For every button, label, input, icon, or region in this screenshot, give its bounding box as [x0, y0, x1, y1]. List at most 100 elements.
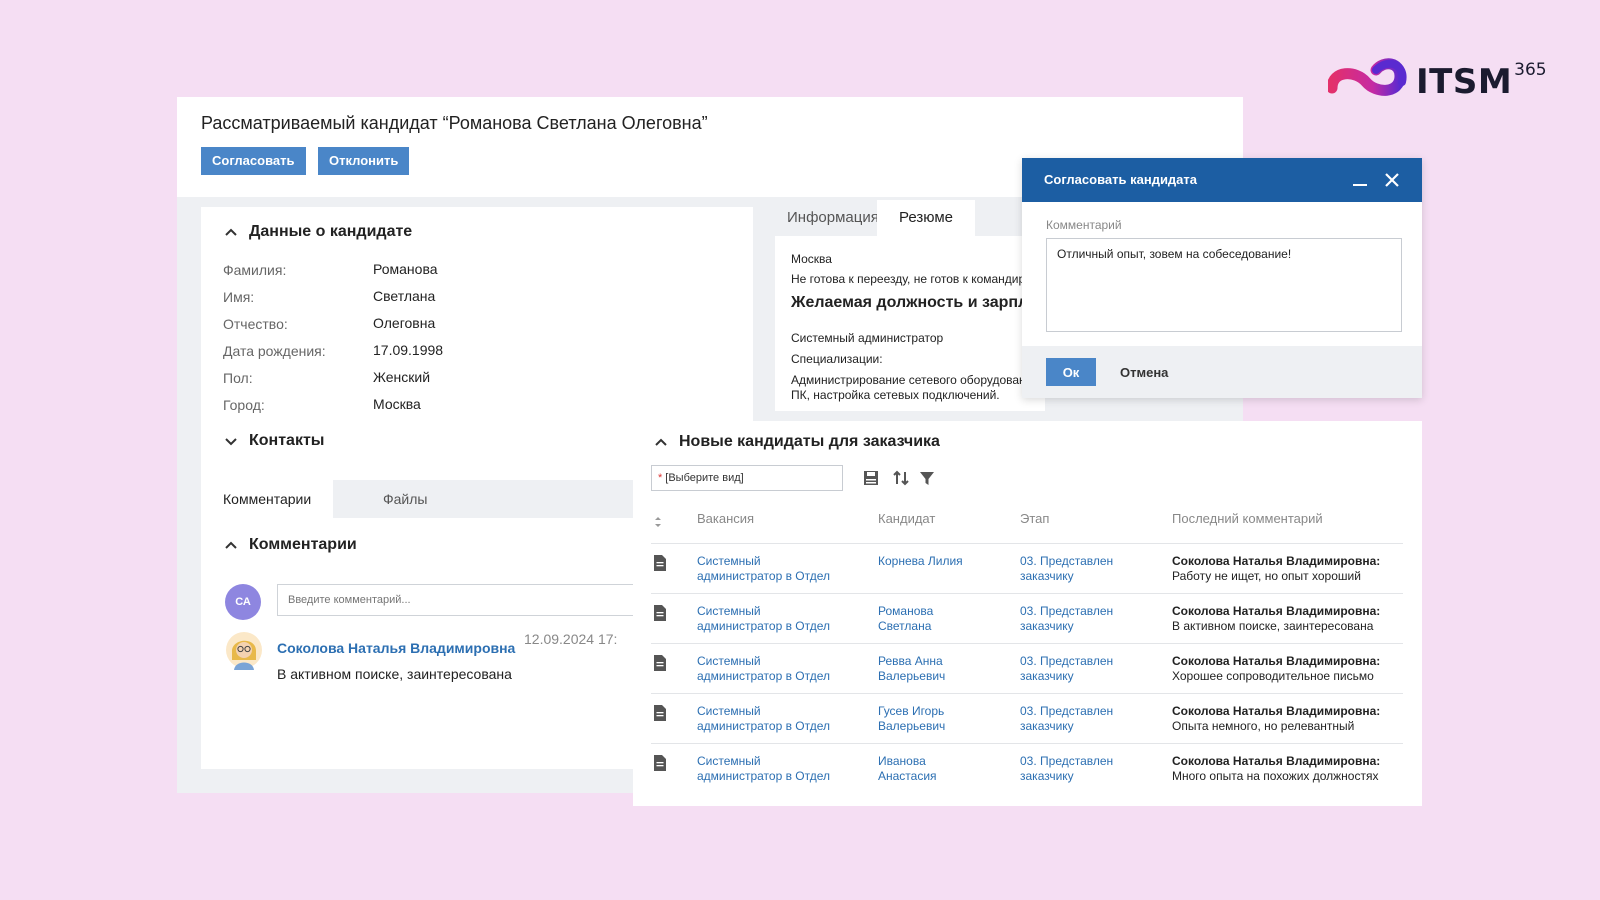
- table-row[interactable]: Системный администратор в Отдел Ревва Анн…: [651, 643, 1403, 693]
- resume-position: Системный администратор: [791, 331, 944, 345]
- stage-line: 03. Представлен: [1020, 704, 1114, 718]
- minimize-icon[interactable]: [1350, 170, 1370, 190]
- last-comment: Соколова Наталья Владимировна: Хорошее со…: [1172, 654, 1380, 684]
- stage-line: 03. Представлен: [1020, 754, 1114, 768]
- column-sort-icon[interactable]: [653, 515, 663, 529]
- field-value-surname: Романова: [373, 261, 438, 277]
- vacancy-link[interactable]: Системный администратор в Отдел: [697, 704, 830, 734]
- close-icon[interactable]: [1382, 170, 1402, 190]
- field-value-city: Москва: [373, 396, 421, 412]
- stage-link[interactable]: 03. Представлен заказчику: [1020, 604, 1113, 634]
- vacancy-line: Системный: [697, 654, 761, 668]
- new-candidates-panel: Новые кандидаты для заказчика * [Выберите…: [633, 421, 1422, 806]
- comment-text: В активном поиске, заинтересована: [277, 666, 512, 682]
- stage-link[interactable]: 03. Представлен заказчику: [1020, 654, 1113, 684]
- comment-author: Соколова Наталья Владимировна:: [1172, 704, 1381, 718]
- field-label-surname: Фамилия:: [223, 262, 287, 278]
- comments-section-header[interactable]: Комментарии: [223, 536, 357, 554]
- dialog-title: Согласовать кандидата: [1044, 172, 1198, 187]
- comment-body: В активном поиске, заинтересована: [1172, 619, 1374, 633]
- vacancy-link[interactable]: Системный администратор в Отдел: [697, 754, 830, 784]
- last-comment: Соколова Наталья Владимировна: Много опыт…: [1172, 754, 1380, 784]
- grid-section-header[interactable]: Новые кандидаты для заказчика: [653, 433, 940, 451]
- avatar: СА: [225, 584, 261, 620]
- vacancy-line: Системный: [697, 604, 761, 618]
- stage-link[interactable]: 03. Представлен заказчику: [1020, 554, 1113, 584]
- vacancy-line: администратор в Отдел: [697, 719, 831, 733]
- comment-textarea[interactable]: Отличный опыт, зовем на собеседование!: [1046, 238, 1402, 332]
- document-icon[interactable]: [653, 754, 667, 772]
- candidate-link[interactable]: Иванова Анастасия: [878, 754, 937, 784]
- filter-icon[interactable]: [917, 468, 937, 488]
- approve-button[interactable]: Согласовать: [201, 147, 306, 175]
- candidate-link[interactable]: Гусев Игорь Валерьевич: [878, 704, 945, 734]
- candidate-line: Романова: [878, 604, 934, 618]
- dialog-footer: Ок Отмена: [1022, 346, 1422, 398]
- document-icon[interactable]: [653, 704, 667, 722]
- chevron-up-icon: [655, 438, 667, 446]
- stage-link[interactable]: 03. Представлен заказчику: [1020, 704, 1113, 734]
- cancel-button[interactable]: Отмена: [1120, 365, 1168, 380]
- vacancy-line: Системный: [697, 704, 761, 718]
- stage-link[interactable]: 03. Представлен заказчику: [1020, 754, 1113, 784]
- column-header-candidate[interactable]: Кандидат: [878, 511, 935, 526]
- stage-line: 03. Представлен: [1020, 604, 1114, 618]
- candidate-line: Гусев Игорь: [878, 704, 945, 718]
- last-comment: Соколова Наталья Владимировна: Опыта немн…: [1172, 704, 1380, 734]
- column-header-last-comment[interactable]: Последний комментарий: [1172, 511, 1323, 526]
- tab-resume[interactable]: Резюме: [877, 200, 975, 236]
- chevron-up-icon: [225, 541, 237, 549]
- required-marker: *: [658, 472, 663, 484]
- ok-button[interactable]: Ок: [1046, 358, 1096, 386]
- resume-relocation: Не готова к переезду, не готов к команди…: [791, 272, 1045, 286]
- candidate-line: Корнева Лилия: [878, 554, 963, 568]
- column-header-stage[interactable]: Этап: [1020, 511, 1049, 526]
- stage-line: заказчику: [1020, 719, 1074, 733]
- comment-label: Комментарий: [1046, 218, 1122, 232]
- tab-comments[interactable]: Комментарии (1): [201, 480, 334, 545]
- field-value-gender: Женский: [373, 369, 431, 385]
- vacancy-line: администратор в Отдел: [697, 569, 831, 583]
- table-row[interactable]: Системный администратор в Отдел Корнева Л…: [651, 543, 1403, 593]
- stage-line: заказчику: [1020, 769, 1074, 783]
- column-header-vacancy[interactable]: Вакансия: [697, 511, 754, 526]
- comment-body: Хорошее сопроводительное письмо: [1172, 669, 1374, 683]
- table-row[interactable]: Системный администратор в Отдел Романова С…: [651, 593, 1403, 643]
- candidate-line: Валерьевич: [878, 719, 946, 733]
- candidate-link[interactable]: Романова Светлана: [878, 604, 933, 634]
- candidate-section-title: Данные о кандидате: [249, 223, 413, 240]
- vacancy-link[interactable]: Системный администратор в Отдел: [697, 604, 830, 634]
- logo-superscript: 365: [1514, 60, 1547, 80]
- vacancy-link[interactable]: Системный администратор в Отдел: [697, 654, 830, 684]
- document-icon[interactable]: [653, 604, 667, 622]
- document-icon[interactable]: [653, 554, 667, 572]
- save-icon[interactable]: [861, 468, 881, 488]
- author-avatar-icon: [226, 632, 262, 670]
- field-label-city: Город:: [223, 397, 265, 413]
- table-row[interactable]: Системный администратор в Отдел Гусев Иго…: [651, 693, 1403, 743]
- comment-author-link[interactable]: Соколова Наталья Владимировна: [277, 640, 515, 656]
- table-row[interactable]: Системный администратор в Отдел Иванова Ан…: [651, 743, 1403, 793]
- document-icon[interactable]: [653, 654, 667, 672]
- comment-input[interactable]: [277, 584, 641, 616]
- candidate-line: Валерьевич: [878, 669, 946, 683]
- stage-line: заказчику: [1020, 569, 1074, 583]
- logo-text: ITSM: [1416, 62, 1513, 102]
- candidate-section-header[interactable]: Данные о кандидате: [223, 223, 412, 241]
- view-select-value: [Выберите вид]: [665, 472, 744, 484]
- field-label-patronymic: Отчество:: [223, 316, 288, 332]
- vacancy-link[interactable]: Системный администратор в Отдел: [697, 554, 830, 584]
- candidate-line: Анастасия: [878, 769, 937, 783]
- candidate-line: Ревва Анна: [878, 654, 943, 668]
- candidate-link[interactable]: Ревва Анна Валерьевич: [878, 654, 945, 684]
- sort-icon[interactable]: [891, 468, 911, 488]
- candidate-line: Светлана: [878, 619, 932, 633]
- candidate-link[interactable]: Корнева Лилия: [878, 554, 963, 569]
- itsm365-logo: ITSM 365: [1328, 56, 1547, 108]
- contacts-section-header[interactable]: Контакты: [223, 432, 324, 450]
- field-value-patronymic: Олеговна: [373, 315, 436, 331]
- view-select[interactable]: * [Выберите вид]: [651, 465, 843, 491]
- reject-button[interactable]: Отклонить: [318, 147, 410, 175]
- tab-files[interactable]: Файлы (0): [361, 480, 449, 545]
- resume-spec-label: Специализации:: [791, 352, 883, 366]
